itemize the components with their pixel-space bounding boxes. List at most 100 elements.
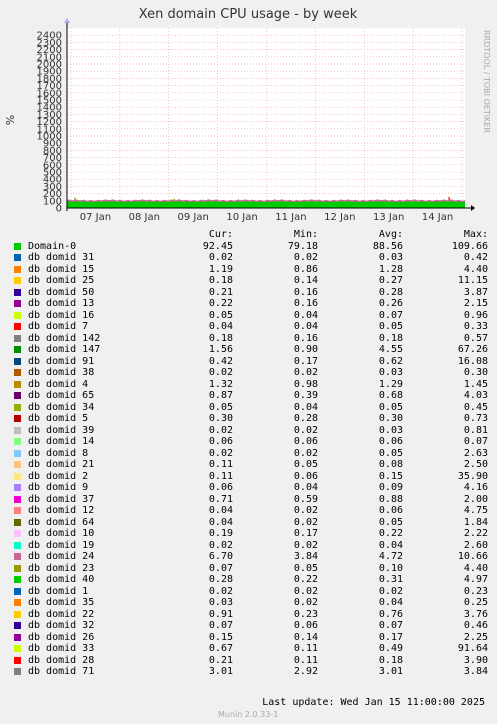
x-axis-arrow — [471, 205, 475, 211]
legend-max-value: 2.50 — [463, 459, 488, 470]
legend-swatch — [14, 576, 21, 583]
legend-avg-value: 0.03 — [378, 424, 403, 436]
legend-row: db domid 31 0.02 0.02 0.03 0.42 — [12, 252, 490, 264]
legend-swatch — [14, 530, 21, 537]
chart-title: Xen domain CPU usage - by week — [139, 7, 358, 22]
legend-min-value: 79.18 — [287, 240, 318, 252]
legend-cur-value: 3.01 — [208, 666, 233, 677]
y-tick-label: 2400 — [37, 31, 62, 42]
legend-row: db domid 37 0.71 0.59 0.88 2.00 — [12, 494, 490, 506]
legend-swatch — [14, 587, 21, 595]
legend-cur-value: 0.71 — [208, 493, 233, 505]
legend-max-value: 2.15 — [463, 298, 488, 309]
legend-swatch — [14, 300, 21, 307]
legend-min-value: 0.02 — [293, 539, 318, 551]
legend-cur-value: 0.02 — [208, 539, 233, 551]
rrdtool-watermark: RRDTOOL / TOBI OETIKER — [482, 30, 491, 133]
legend-row: db domid 14 0.06 0.06 0.06 0.07 — [12, 436, 490, 448]
legend-max-value: 16.08 — [457, 355, 488, 367]
legend-max-value: 2.63 — [463, 447, 488, 459]
legend-row: db domid 50 0.21 0.16 0.28 3.87 — [12, 287, 490, 299]
legend-avg-value: 0.07 — [378, 620, 403, 631]
legend-max-value: 3.84 — [463, 666, 488, 677]
legend-cur-value: 0.87 — [208, 390, 233, 401]
legend-min-value: 0.02 — [293, 252, 318, 263]
legend-avg-value: 0.22 — [378, 528, 403, 539]
legend-row: db domid 64 0.04 0.02 0.05 1.84 — [12, 517, 490, 529]
legend-swatch — [14, 415, 21, 422]
legend-row: db domid 28 0.21 0.11 0.18 3.90 — [12, 655, 490, 667]
legend-row: db domid 23 0.07 0.05 0.10 4.40 — [12, 563, 490, 575]
legend-max-value: 3.87 — [463, 286, 488, 298]
chart: Xen domain CPU usage - by week % RRDTOOL… — [4, 7, 491, 223]
legend-avg-value: 1.29 — [378, 378, 403, 390]
legend-row: db domid 39 0.02 0.02 0.03 0.81 — [12, 425, 490, 437]
legend-avg-value: 0.31 — [378, 574, 403, 585]
legend-swatch — [14, 311, 21, 319]
legend-header: Cur: Min: Avg: Max: — [12, 229, 490, 241]
legend-max-value: 2.25 — [463, 631, 488, 643]
legend-cur-value: 0.06 — [208, 482, 233, 493]
legend-swatch — [14, 622, 21, 629]
legend-cur-value: 0.18 — [208, 275, 233, 286]
legend-swatch — [14, 426, 21, 434]
legend-min-value: 0.14 — [293, 631, 318, 643]
legend-row: db domid 25 0.18 0.14 0.27 11.15 — [12, 275, 490, 287]
legend-series-name: db domid 33 — [28, 643, 95, 654]
y-axis-arrow — [64, 18, 70, 23]
legend-swatch — [14, 265, 21, 273]
legend-swatch — [14, 288, 21, 296]
legend-avg-value: 0.18 — [378, 332, 403, 344]
legend-avg-value: 4.72 — [378, 551, 403, 562]
legend-swatch — [14, 472, 21, 480]
legend-series-name: db domid 5 — [28, 413, 89, 424]
x-tick-label: 12 Jan — [324, 212, 355, 223]
munin-version: Munin 2.0.33-1 — [218, 710, 279, 719]
legend-cur-value: 0.04 — [208, 505, 233, 516]
legend-max-value: 0.30 — [463, 367, 488, 378]
legend-min-value: 0.16 — [293, 286, 318, 298]
legend-series-name: db domid 39 — [28, 424, 95, 436]
legend-min-value: 2.92 — [293, 666, 318, 677]
legend-cur-value: 0.30 — [208, 413, 233, 424]
plot-area — [67, 28, 465, 208]
legend-row: db domid 33 0.67 0.11 0.49 91.64 — [12, 643, 490, 655]
legend-cur-value: 0.22 — [208, 298, 233, 309]
legend-series-name: db domid 16 — [28, 309, 95, 321]
legend-min-value: 0.04 — [293, 321, 318, 332]
legend-row: db domid 2 0.11 0.06 0.15 35.90 — [12, 471, 490, 483]
legend-avg-value: 0.15 — [378, 470, 403, 482]
legend-avg-value: 0.09 — [378, 482, 403, 493]
legend-cur-value: 0.42 — [208, 355, 233, 367]
legend-cur-value: 6.70 — [208, 551, 233, 562]
legend-swatch — [14, 564, 21, 572]
legend-avg-value: 0.76 — [378, 608, 403, 620]
legend-min-value: 0.05 — [293, 459, 318, 470]
legend-max-value: 67.26 — [457, 344, 488, 355]
legend-avg-value: 0.05 — [378, 321, 403, 332]
legend-series-name: db domid 65 — [28, 390, 95, 401]
legend-max-value: 0.33 — [463, 321, 488, 332]
x-tick-label: 09 Jan — [178, 212, 209, 223]
legend-max-value: 0.96 — [463, 309, 488, 321]
legend-avg-value: 1.28 — [378, 263, 403, 275]
legend-row: db domid 4 1.32 0.98 1.29 1.45 — [12, 379, 490, 391]
legend-cur-value: 0.19 — [208, 528, 233, 539]
legend-swatch — [14, 541, 21, 549]
legend-avg-value: 0.10 — [378, 562, 403, 574]
legend-series-name: db domid 2 — [28, 470, 89, 482]
legend-row: db domid 7 0.04 0.04 0.05 0.33 — [12, 321, 490, 333]
legend-min-value: 0.17 — [293, 355, 318, 367]
legend-avg-value: 0.27 — [378, 275, 403, 286]
legend-swatch — [14, 242, 21, 250]
legend-cur-value: 0.03 — [208, 597, 233, 608]
legend-min-value: 0.02 — [293, 585, 318, 597]
legend-swatch — [14, 553, 21, 560]
legend-max-value: 0.45 — [463, 401, 488, 413]
legend-avg-value: 0.07 — [378, 309, 403, 321]
legend-row: db domid 21 0.11 0.05 0.08 2.50 — [12, 459, 490, 471]
legend-avg-value: 0.68 — [378, 390, 403, 401]
legend-swatch — [14, 254, 21, 261]
legend-row: db domid 8 0.02 0.02 0.05 2.63 — [12, 448, 490, 460]
legend-row: db domid 5 0.30 0.28 0.30 0.73 — [12, 413, 490, 425]
